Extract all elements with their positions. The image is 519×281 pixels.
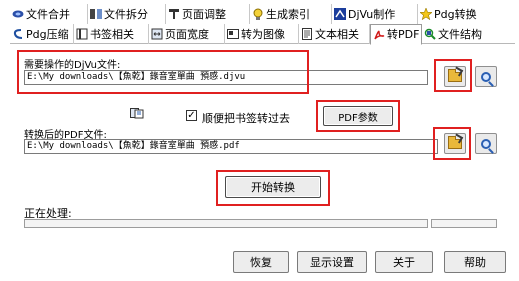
pdf-icon	[373, 28, 385, 40]
progress-bar	[24, 219, 428, 228]
lightbulb-icon	[252, 8, 264, 20]
bookmark-icon	[76, 28, 88, 40]
tab-generate-index[interactable]: 生成索引	[250, 4, 332, 24]
progress-bar-secondary	[431, 219, 497, 228]
tab-file-merge[interactable]: 文件合并	[10, 4, 88, 24]
display-settings-label: 显示设置	[310, 256, 354, 269]
source-file-input[interactable]: E:\My downloads\【魚乾】錄音室單曲 預感.djvu	[24, 70, 428, 85]
pdf-params-label: PDF参数	[338, 112, 378, 124]
tab-pdg-compress[interactable]: Pdg压缩	[10, 23, 74, 44]
source-browse-button[interactable]	[444, 66, 466, 87]
source-file-label: 需要操作的DjVu文件:	[24, 60, 121, 71]
tab-djvu-make[interactable]: DjVu制作	[332, 4, 418, 24]
output-preview-button[interactable]	[475, 133, 497, 154]
star-icon	[419, 7, 433, 21]
tab-to-image[interactable]: 转为图像	[225, 23, 299, 44]
bookmark-small-icon	[130, 107, 144, 119]
bottom-toolbar: 恢复 显示设置 关于 帮助	[0, 246, 519, 281]
tab-text[interactable]: 文本相关	[299, 23, 370, 44]
tab-bookmarks[interactable]: 书签相关	[74, 23, 149, 44]
image-convert-icon	[227, 28, 239, 40]
tab-label: 生成索引	[266, 8, 310, 21]
restore-label: 恢复	[250, 256, 272, 269]
tab-label: 页面调整	[182, 8, 226, 21]
tab-label: 转PDF	[387, 28, 420, 41]
output-file-input[interactable]: E:\My downloads\【魚乾】錄音室單曲 預感.pdf	[24, 139, 438, 154]
about-button[interactable]: 关于	[375, 251, 433, 273]
pdf-params-button[interactable]: PDF参数	[323, 106, 393, 126]
magnifier-icon	[481, 138, 491, 149]
source-preview-button[interactable]	[475, 66, 497, 87]
restore-button[interactable]: 恢复	[233, 251, 289, 273]
page-width-icon	[151, 28, 163, 40]
tab-label: 转为图像	[241, 27, 285, 41]
tab-page-width[interactable]: 页面宽度	[149, 23, 225, 44]
merge-icon	[12, 8, 24, 20]
tab-file-split[interactable]: 文件拆分	[88, 4, 166, 24]
tab-label: 页面宽度	[165, 27, 209, 41]
app-window: 文件合并 文件拆分 页面调整 生成索引 DjVu制作 Pdg转换 Pdg压缩 书…	[0, 0, 519, 281]
help-button[interactable]: 帮助	[444, 251, 506, 273]
tab-label: Pdg转换	[434, 8, 477, 21]
about-label: 关于	[393, 256, 415, 269]
tab-label: Pdg压缩	[26, 27, 69, 41]
help-label: 帮助	[464, 256, 486, 269]
tab-to-pdf[interactable]: 转PDF	[370, 23, 422, 45]
start-convert-button[interactable]: 开始转换	[225, 176, 321, 198]
output-browse-button[interactable]	[444, 133, 466, 154]
tab-pdg-convert[interactable]: Pdg转换	[418, 4, 488, 24]
tab-label: 文件拆分	[104, 8, 148, 21]
tab-label: 文本相关	[315, 27, 359, 41]
tab-page-adjust[interactable]: 页面调整	[166, 4, 250, 24]
bookmark-checkbox[interactable]: ✓	[186, 110, 197, 121]
page-adjust-icon	[168, 8, 180, 20]
structure-icon	[424, 28, 436, 40]
compress-icon	[12, 28, 24, 40]
tab-row-1: 文件合并 文件拆分 页面调整 生成索引 DjVu制作 Pdg转换	[10, 4, 515, 24]
tab-label: DjVu制作	[348, 8, 396, 21]
tab-file-structure[interactable]: 文件结构	[422, 24, 484, 44]
display-settings-button[interactable]: 显示设置	[297, 251, 367, 273]
magnifier-icon	[481, 71, 491, 82]
start-convert-label: 开始转换	[251, 181, 295, 194]
tab-label: 书签相关	[90, 27, 134, 41]
text-icon	[301, 27, 313, 40]
tab-label: 文件结构	[438, 27, 482, 41]
folder-open-icon	[448, 135, 462, 149]
djvu-make-icon	[334, 8, 346, 20]
bookmark-checkbox-label: 顺便把书签转过去	[202, 112, 290, 125]
tab-row-2: Pdg压缩 书签相关 页面宽度 转为图像 文本相关 转PDF 文件结构	[10, 23, 515, 45]
folder-open-icon	[448, 68, 462, 82]
tab-label: 文件合并	[26, 8, 70, 21]
split-icon	[90, 8, 102, 20]
